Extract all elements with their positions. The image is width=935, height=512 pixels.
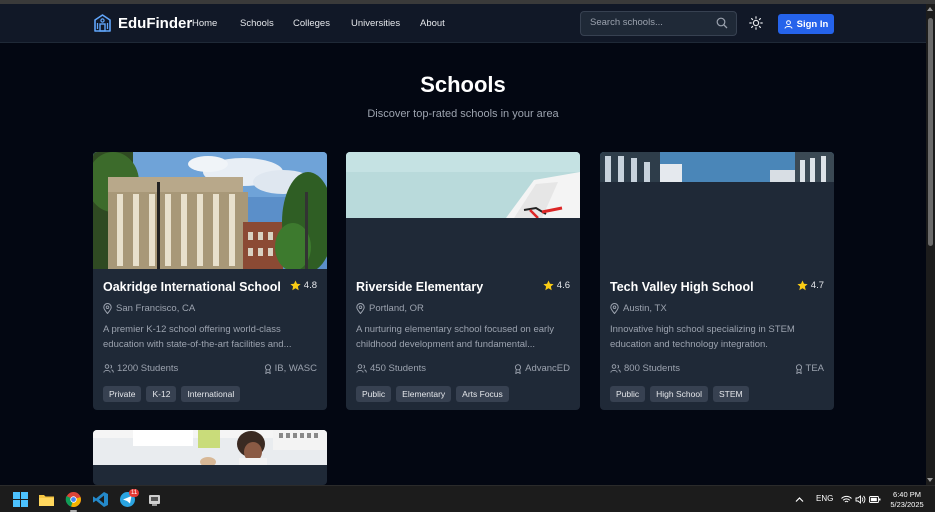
- rating-value: 4.7: [810, 280, 824, 291]
- school-name[interactable]: Tech Valley High School: [610, 280, 754, 294]
- tag: Public: [610, 386, 646, 402]
- map-pin-icon: [103, 303, 112, 314]
- tag: Elementary: [396, 386, 452, 402]
- users-icon: [356, 364, 367, 373]
- tag: K-12: [146, 386, 177, 402]
- battery-icon[interactable]: [869, 495, 881, 504]
- school-image: [93, 430, 327, 465]
- app-icon[interactable]: [146, 491, 163, 508]
- tag: Private: [103, 386, 142, 402]
- search-icon[interactable]: [716, 17, 728, 29]
- student-count: 450 Students: [356, 363, 426, 374]
- student-count: 1200 Students: [103, 363, 178, 374]
- nav-home[interactable]: Home: [192, 18, 217, 29]
- school-name[interactable]: Oakridge International School: [103, 280, 281, 294]
- school-description: A premier K-12 school offering world-cla…: [103, 324, 292, 350]
- school-card[interactable]: [93, 430, 327, 485]
- rating: 4.8: [290, 280, 317, 291]
- page-title: Schools: [420, 72, 506, 97]
- student-count: 800 Students: [610, 363, 680, 374]
- tag: High School: [650, 386, 708, 402]
- tag: STEM: [713, 386, 749, 402]
- vscode-icon[interactable]: [92, 491, 109, 508]
- search-box: [580, 11, 737, 36]
- tag: Arts Focus: [456, 386, 509, 402]
- school-card[interactable]: Riverside Elementary 4.6 Portland, OR A …: [346, 152, 580, 410]
- scrollbar[interactable]: [926, 4, 935, 485]
- users-icon: [610, 364, 621, 373]
- volume-icon[interactable]: [855, 495, 866, 504]
- star-icon: [543, 280, 554, 291]
- school-name[interactable]: Riverside Elementary: [356, 280, 483, 294]
- star-icon: [797, 280, 808, 291]
- location: Portland, OR: [356, 303, 424, 314]
- nav-colleges[interactable]: Colleges: [293, 18, 330, 29]
- school-image: [346, 152, 580, 218]
- scroll-up-arrow[interactable]: [927, 7, 933, 11]
- location: San Francisco, CA: [103, 303, 195, 314]
- logo[interactable]: EduFinder: [93, 14, 192, 32]
- accreditation-text: AdvancED: [525, 363, 570, 374]
- users-icon: [103, 364, 114, 373]
- location: Austin, TX: [610, 303, 667, 314]
- nav-universities[interactable]: Universities: [351, 18, 400, 29]
- search-input[interactable]: [590, 17, 710, 28]
- user-icon: [784, 19, 793, 29]
- map-pin-icon: [356, 303, 365, 314]
- tag: Public: [356, 386, 392, 402]
- logo-text: EduFinder: [118, 14, 193, 32]
- telegram-badge: 11: [129, 489, 140, 497]
- accreditation-text: TEA: [805, 363, 824, 374]
- accreditation-text: IB, WASC: [274, 363, 317, 374]
- sign-in-label: Sign In: [796, 18, 829, 30]
- tag-list: Private K-12 International: [103, 386, 241, 402]
- location-text: San Francisco, CA: [116, 303, 196, 314]
- map-pin-icon: [610, 303, 619, 314]
- tag-list: Public Elementary Arts Focus: [356, 386, 509, 402]
- nav-about[interactable]: About: [420, 18, 445, 29]
- tag-list: Public High School STEM: [610, 386, 749, 402]
- scroll-thumb[interactable]: [928, 18, 933, 246]
- scroll-down-arrow[interactable]: [927, 478, 933, 482]
- nav-schools[interactable]: Schools: [240, 18, 274, 29]
- chrome-icon[interactable]: [65, 491, 82, 508]
- rating-value: 4.6: [556, 280, 570, 291]
- accreditation: IB, WASC: [264, 363, 317, 374]
- rating-value: 4.8: [303, 280, 317, 291]
- clock-date: 5/23/2025: [890, 500, 924, 509]
- tag: International: [181, 386, 241, 402]
- star-icon: [290, 280, 301, 291]
- student-count-text: 800 Students: [624, 363, 680, 374]
- clock-time: 6:40 PM: [893, 490, 921, 499]
- wifi-icon[interactable]: [841, 495, 852, 504]
- sun-icon[interactable]: [749, 16, 763, 30]
- school-description: A nurturing elementary school focused on…: [356, 324, 555, 350]
- location-text: Austin, TX: [623, 303, 667, 314]
- school-card[interactable]: Oakridge International School 4.8 San Fr…: [93, 152, 327, 410]
- school-description: Innovative high school specializing in S…: [610, 324, 795, 350]
- page-subtitle: Discover top-rated schools in your area: [367, 108, 559, 120]
- sign-in-button[interactable]: Sign In: [778, 14, 834, 34]
- award-icon: [264, 363, 271, 374]
- student-count-text: 450 Students: [370, 363, 426, 374]
- system-clock[interactable]: 6:40 PM 5/23/2025: [887, 490, 927, 510]
- rating: 4.6: [543, 280, 570, 291]
- student-count-text: 1200 Students: [117, 363, 179, 374]
- location-text: Portland, OR: [369, 303, 424, 314]
- taskbar: 11 ENG 6:40 PM 5/23/2025: [0, 485, 935, 512]
- navbar: EduFinder Home Schools Colleges Universi…: [0, 4, 926, 43]
- award-icon: [515, 363, 522, 374]
- school-image: [600, 152, 834, 182]
- award-icon: [795, 363, 802, 374]
- school-building-icon: [94, 14, 111, 32]
- accreditation: TEA: [795, 363, 824, 374]
- school-card[interactable]: Tech Valley High School 4.7 Austin, TX I…: [600, 152, 834, 410]
- rating: 4.7: [797, 280, 824, 291]
- chevron-up-icon[interactable]: [795, 496, 804, 503]
- accreditation: AdvancED: [514, 363, 570, 374]
- language-indicator[interactable]: ENG: [816, 494, 833, 503]
- school-image: [93, 152, 327, 269]
- windows-start-icon[interactable]: [12, 491, 29, 508]
- file-explorer-icon[interactable]: [38, 491, 55, 508]
